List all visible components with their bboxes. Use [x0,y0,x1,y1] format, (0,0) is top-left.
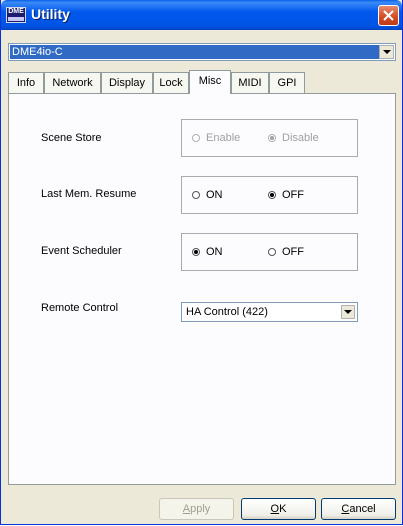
remote-control-dropdown[interactable]: HA Control (422) [181,302,358,322]
radio-unchecked-icon [268,248,276,256]
radio-checked-icon [268,134,276,142]
scene-store-enable-radio[interactable]: Enable [192,133,240,144]
apply-button[interactable]: Apply [159,498,234,520]
tab-misc[interactable]: Misc [189,70,231,94]
close-icon [383,10,394,21]
tab-info[interactable]: Info [8,72,44,93]
radio-checked-icon [192,248,200,256]
tab-lock[interactable]: Lock [153,72,189,93]
cancel-button[interactable]: Cancel [321,498,396,520]
close-button[interactable] [378,5,399,26]
radio-unchecked-icon [192,191,200,199]
scene-store-label: Scene Store [41,132,102,144]
event-scheduler-off-radio[interactable]: OFF [268,247,304,258]
chevron-down-icon[interactable] [379,45,394,59]
scene-store-disable-radio[interactable]: Disable [268,133,319,144]
app-icon-text: DME [8,8,24,15]
chevron-down-icon[interactable] [341,305,355,319]
title-bar[interactable]: DME Utility [1,0,402,30]
tab-gpi[interactable]: GPI [269,72,305,93]
tab-network[interactable]: Network [44,72,101,93]
app-utility-icon: DME [6,7,26,23]
last-mem-resume-on-radio[interactable]: ON [192,190,223,201]
ok-button[interactable]: OK [241,498,316,520]
scene-store-group: Enable Disable [181,119,358,157]
device-dropdown-value: DME4io-C [10,45,380,59]
radio-unchecked-icon [192,134,200,142]
tab-display[interactable]: Display [101,72,153,93]
device-dropdown[interactable]: DME4io-C [8,43,396,61]
remote-control-value: HA Control (422) [186,306,268,318]
event-scheduler-group: ON OFF [181,233,358,271]
radio-checked-icon [268,191,276,199]
last-mem-resume-label: Last Mem. Resume [41,188,137,200]
utility-window: DME Utility DME4io-C Info Network Displa… [0,0,403,525]
last-mem-resume-group: ON OFF [181,176,358,214]
window-title: Utility [31,6,70,22]
event-scheduler-on-radio[interactable]: ON [192,247,223,258]
event-scheduler-label: Event Scheduler [41,245,122,257]
tab-midi[interactable]: MIDI [231,72,269,93]
last-mem-resume-off-radio[interactable]: OFF [268,190,304,201]
remote-control-label: Remote Control [41,302,119,314]
